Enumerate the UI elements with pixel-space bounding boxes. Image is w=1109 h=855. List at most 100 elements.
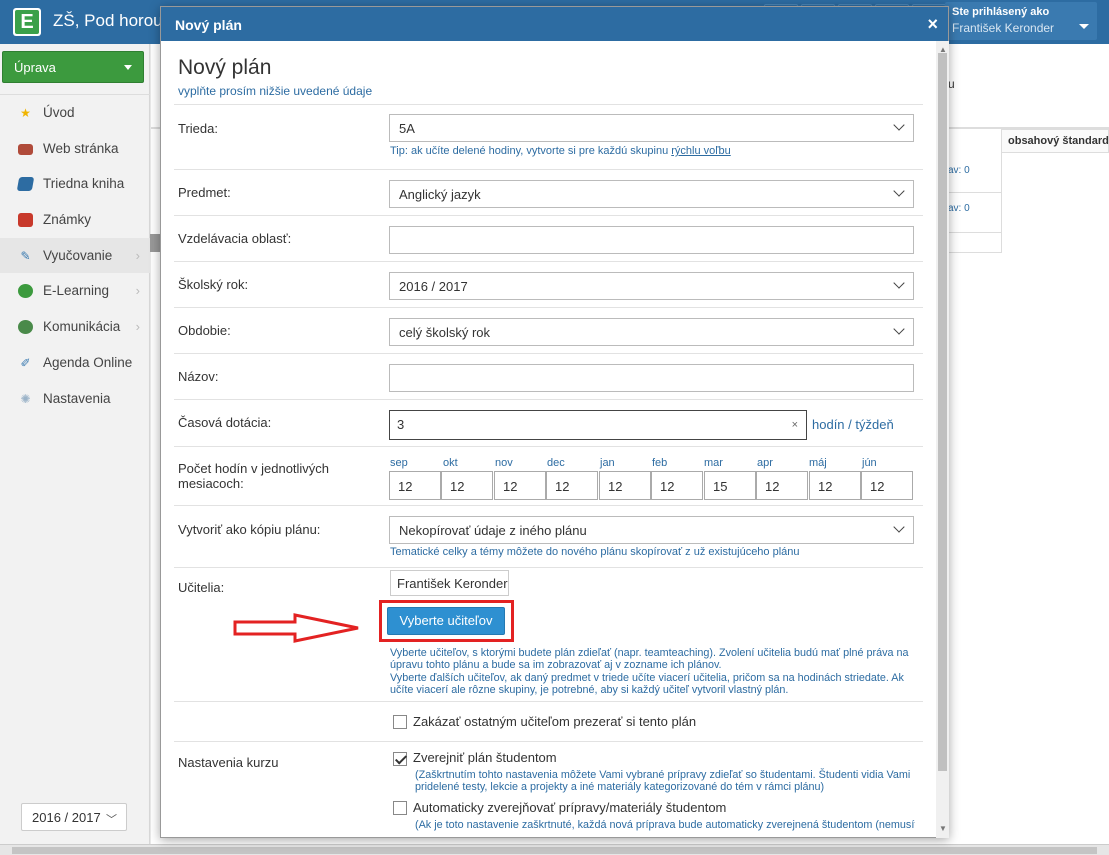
divider xyxy=(948,192,1001,193)
time-input[interactable]: 3 × xyxy=(389,410,807,440)
scrollbar-thumb[interactable] xyxy=(12,847,1097,854)
edit-button[interactable]: Úprava xyxy=(2,51,144,83)
dialog-titlebar: Nový plán × xyxy=(161,7,948,41)
divider xyxy=(174,701,923,702)
divider xyxy=(948,252,1001,253)
month-label: jún xyxy=(862,457,877,469)
publish-label: Zverejniť plán študentom xyxy=(413,750,557,765)
house-icon xyxy=(18,143,33,155)
month-hours-input[interactable]: 12 xyxy=(546,471,598,500)
months-label: Počet hodín v jednotlivých mesiacoch: xyxy=(178,461,330,491)
chevron-down-icon xyxy=(893,119,905,131)
caret-down-icon xyxy=(1079,24,1089,29)
month-label: sep xyxy=(390,457,408,469)
caret-down-icon xyxy=(124,65,132,70)
class-hint: Tip: ak učíte delené hodiny, vytvorte si… xyxy=(390,145,731,157)
sidebar-item-vyucovanie[interactable]: ✎ Vyučovanie › xyxy=(0,237,150,274)
clear-icon[interactable]: × xyxy=(792,419,798,431)
horizontal-scrollbar[interactable] xyxy=(0,844,1109,855)
dialog-body: Nový plán vyplňte prosím nižšie uvedené … xyxy=(161,41,936,839)
auto-publish-checkbox[interactable] xyxy=(393,801,407,815)
scrollbar-thumb[interactable] xyxy=(150,234,160,252)
teachers-label: Učitelia: xyxy=(178,580,225,595)
class-label: Trieda: xyxy=(178,121,218,136)
school-year-select[interactable]: 2016 / 2017 xyxy=(389,272,914,300)
subject-select[interactable]: Anglický jazyk xyxy=(389,180,914,208)
copy-hint: Tematické celky a témy môžete do nového … xyxy=(390,546,800,558)
elearning-icon xyxy=(18,284,33,299)
sidebar-item-znamky[interactable]: Známky xyxy=(0,202,150,238)
month-hours-input[interactable]: 12 xyxy=(441,471,493,500)
sidebar-item-elearning[interactable]: E-Learning › xyxy=(0,273,150,309)
name-input[interactable] xyxy=(389,364,914,392)
publish-description: (Zaškrtnutím tohto nastavenia môžete Vam… xyxy=(415,769,911,794)
name-label: Názov: xyxy=(178,369,219,384)
year-select[interactable]: 2016 / 2017 ﹀ xyxy=(21,803,127,831)
class-select[interactable]: 5A xyxy=(389,114,914,142)
dialog-title: Nový plán xyxy=(175,17,242,33)
period-label: Obdobie: xyxy=(178,323,231,338)
dialog-scrollbar[interactable]: ▲ ▼ xyxy=(936,41,949,838)
month-hours-input[interactable]: 12 xyxy=(389,471,441,500)
divider xyxy=(174,104,923,105)
month-hours-input[interactable]: 15 xyxy=(704,471,756,500)
close-icon[interactable]: × xyxy=(927,14,938,35)
month-hours-input[interactable]: 12 xyxy=(599,471,651,500)
forbid-checkbox[interactable] xyxy=(393,715,407,729)
month-hours-input[interactable]: 12 xyxy=(756,471,808,500)
form-subheading: vyplňte prosím nižšie uvedené údaje xyxy=(178,84,373,98)
communication-icon xyxy=(18,320,33,335)
subject-label: Predmet: xyxy=(178,185,231,200)
sidebar-item-agenda[interactable]: ✐ Agenda Online xyxy=(0,345,150,381)
table-cell: av: 0 xyxy=(948,165,970,176)
area-label: Vzdelávacia oblasť: xyxy=(178,231,292,246)
teachers-description-2: Vyberte ďalších učiteľov, ak daný predme… xyxy=(390,672,904,697)
app-logo[interactable]: E xyxy=(13,8,41,36)
divider xyxy=(948,232,1001,233)
chevron-right-icon: › xyxy=(135,283,140,299)
divider xyxy=(1001,153,1002,253)
chevron-right-icon: › xyxy=(135,247,140,263)
user-menu[interactable]: Ste prihlásený ako František Keronder xyxy=(945,2,1097,40)
month-label: dec xyxy=(547,457,565,469)
month-label: nov xyxy=(495,457,513,469)
column-header: obsahový štandard xyxy=(1001,129,1109,153)
teacher-chip: František Keronder xyxy=(390,570,509,596)
chevron-down-icon xyxy=(893,277,905,289)
divider xyxy=(174,567,923,568)
month-label: okt xyxy=(443,457,458,469)
period-select[interactable]: celý školský rok xyxy=(389,318,914,346)
copy-plan-select[interactable]: Nekopírovať údaje z iného plánu xyxy=(389,516,914,544)
chevron-down-icon: ﹀ xyxy=(106,814,117,826)
divider xyxy=(174,446,923,447)
pen-icon: ✐ xyxy=(20,355,31,370)
sidebar-item-triedna-kniha[interactable]: Triedna kniha xyxy=(0,166,150,202)
month-hours-input[interactable]: 12 xyxy=(809,471,861,500)
divider xyxy=(174,353,923,354)
teaching-icon: ✎ xyxy=(20,248,31,263)
select-teachers-button[interactable]: Vyberte učiteľov xyxy=(387,607,505,635)
auto-publish-label: Automaticky zverejňovať prípravy/materiá… xyxy=(413,800,727,815)
chevron-right-icon: › xyxy=(135,319,140,335)
star-icon: ★ xyxy=(20,106,31,120)
quick-choice-link[interactable]: rýchlu voľbu xyxy=(671,145,730,157)
scroll-down-icon[interactable]: ▼ xyxy=(939,824,947,833)
sidebar-item-uvod[interactable]: ★ Úvod xyxy=(0,95,150,131)
sidebar-item-komunikacia[interactable]: Komunikácia › xyxy=(0,309,150,345)
bg-text: u xyxy=(948,77,955,91)
month-label: máj xyxy=(809,457,827,469)
month-label: jan xyxy=(600,457,615,469)
publish-checkbox[interactable] xyxy=(393,752,407,766)
user-name: František Keronder xyxy=(952,21,1055,35)
month-label: apr xyxy=(757,457,773,469)
month-hours-input[interactable]: 12 xyxy=(494,471,546,500)
month-hours-input[interactable]: 12 xyxy=(861,471,913,500)
area-input[interactable] xyxy=(389,226,914,254)
sidebar-item-nastavenia[interactable]: ✺ Nastavenia xyxy=(0,381,150,417)
month-hours-input[interactable]: 12 xyxy=(651,471,703,500)
sidebar-item-web[interactable]: Web stránka xyxy=(0,131,150,167)
month-label: feb xyxy=(652,457,668,469)
scrollbar-thumb[interactable] xyxy=(938,53,947,771)
course-settings-label: Nastavenia kurzu xyxy=(178,755,279,770)
divider xyxy=(174,307,923,308)
